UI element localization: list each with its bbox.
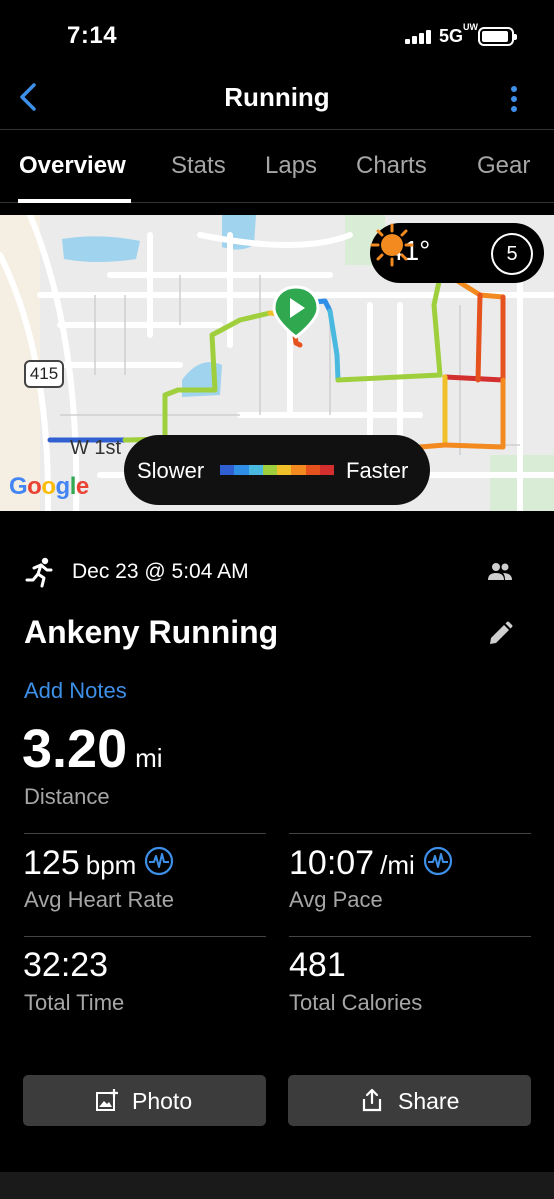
divider xyxy=(289,833,531,834)
heart-rate-graph-icon[interactable] xyxy=(144,846,174,876)
network-label: 5GUW xyxy=(439,22,478,47)
people-icon[interactable] xyxy=(486,558,514,586)
pace-legend: Slower Faster xyxy=(124,435,430,505)
pace-label: Avg Pace xyxy=(289,887,383,912)
photo-button[interactable]: Photo xyxy=(23,1075,266,1126)
signal-icon xyxy=(405,30,433,44)
heart-rate-value: 125 bpm xyxy=(23,844,174,883)
pace-color-bar xyxy=(220,465,334,475)
pace-color-swatch xyxy=(277,465,292,475)
tab-bar: Overview Stats Laps Charts Gear xyxy=(0,131,554,203)
page-title: Running xyxy=(224,82,330,112)
edit-pencil-icon[interactable] xyxy=(486,620,514,648)
pace-color-swatch xyxy=(220,465,235,475)
divider xyxy=(24,936,266,937)
pace-color-swatch xyxy=(319,465,334,475)
share-button-label: Share xyxy=(398,1088,460,1114)
pace-color-swatch xyxy=(234,465,249,475)
share-button[interactable]: Share xyxy=(288,1075,531,1126)
running-icon xyxy=(25,557,53,588)
share-icon xyxy=(362,1088,382,1112)
distance-label: Distance xyxy=(24,784,110,809)
total-time-value: 32:23 xyxy=(23,946,109,984)
status-time: 7:14 xyxy=(67,22,118,49)
add-photo-icon xyxy=(96,1089,118,1111)
road-shield: 415 xyxy=(24,360,64,388)
distance-value: 3.20 mi xyxy=(22,718,163,780)
tab-charts[interactable]: Charts xyxy=(356,152,427,180)
pace-graph-icon[interactable] xyxy=(423,846,453,876)
sun-icon xyxy=(370,223,414,267)
pace-color-swatch xyxy=(291,465,306,475)
activity-date: Dec 23 @ 5:04 AM xyxy=(72,560,249,583)
legend-slower: Slower xyxy=(137,458,205,483)
more-options-icon[interactable] xyxy=(506,84,522,114)
heart-rate-label: Avg Heart Rate xyxy=(24,887,175,912)
divider xyxy=(289,936,531,937)
street-label: W 1st xyxy=(70,437,122,459)
google-logo: Google xyxy=(9,473,89,500)
add-notes-link[interactable]: Add Notes xyxy=(24,678,127,704)
network-sup: UW xyxy=(463,22,479,32)
battery-icon xyxy=(478,27,517,46)
pace-value: 10:07/mi xyxy=(289,844,453,883)
distance-number: 3.20 xyxy=(22,719,128,779)
photo-button-label: Photo xyxy=(132,1088,193,1114)
pace-color-swatch xyxy=(262,465,277,475)
distance-unit: mi xyxy=(135,743,163,773)
network-type: 5G xyxy=(439,26,464,46)
pace-unit: /mi xyxy=(380,850,415,880)
nav-header: Running xyxy=(0,70,554,130)
heart-rate-unit: bpm xyxy=(85,850,137,880)
total-calories-label: Total Calories xyxy=(289,990,423,1015)
pace-color-swatch xyxy=(305,465,320,475)
route-map[interactable]: 415 W 1st Google 41° 5 Slower Faster xyxy=(0,215,554,511)
activity-title: Ankeny Running xyxy=(24,614,279,650)
legend-faster: Faster xyxy=(346,458,409,483)
status-bar: 7:14 5GUW xyxy=(0,0,554,70)
tab-stats[interactable]: Stats xyxy=(171,152,226,180)
tab-laps[interactable]: Laps xyxy=(265,152,317,180)
total-time-label: Total Time xyxy=(24,990,125,1015)
total-calories-value: 481 xyxy=(289,946,346,984)
weather-badge: 41° 5 xyxy=(370,223,544,283)
active-tab-indicator xyxy=(18,199,131,203)
heart-rate-number: 125 xyxy=(23,844,80,882)
pace-color-swatch xyxy=(248,465,263,475)
bottom-bar xyxy=(0,1172,554,1199)
moon-phase-icon: 5 xyxy=(491,233,533,275)
pace-number: 10:07 xyxy=(289,844,375,882)
tab-overview[interactable]: Overview xyxy=(19,152,126,180)
divider xyxy=(24,833,266,834)
tab-gear[interactable]: Gear xyxy=(477,152,530,180)
